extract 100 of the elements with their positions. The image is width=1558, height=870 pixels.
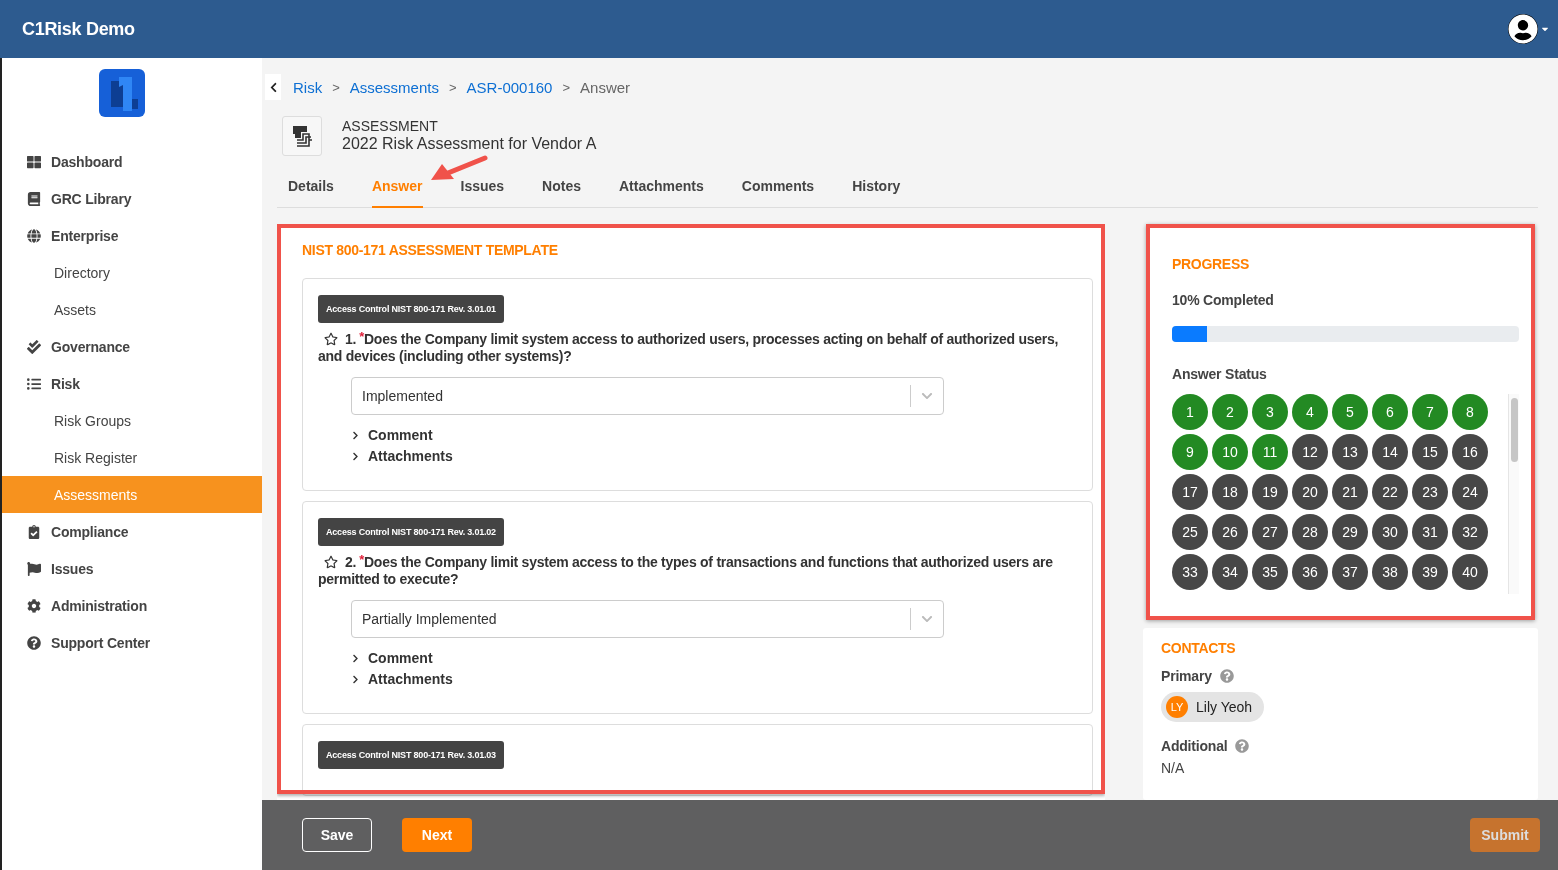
answer-status-dot[interactable]: 28 [1292,514,1328,550]
sidebar-item[interactable]: Governance [2,328,262,365]
tab[interactable]: Details [288,168,334,208]
sidebar-item[interactable]: Compliance [2,513,262,550]
tab[interactable]: Attachments [619,168,704,208]
nav-icon [26,524,42,539]
user-menu[interactable] [1508,14,1550,44]
breadcrumb-separator: > [332,79,340,95]
breadcrumb-separator: > [448,79,457,95]
answer-status-label: Answer Status [1172,366,1268,382]
answer-status-dot[interactable]: 10 [1212,434,1248,470]
answer-status-dot[interactable]: 9 [1172,434,1208,470]
breadcrumb-link[interactable]: Risk [293,78,323,96]
tab[interactable]: Comments [741,168,815,208]
star-icon[interactable] [324,332,338,346]
completed-label: 10% Completed [1172,292,1275,308]
sidebar-item[interactable]: Risk Register [2,439,262,476]
sidebar-item[interactable]: Enterprise [2,217,262,254]
sidebar-item[interactable]: GRC Library [2,180,262,217]
answer-status-dot[interactable]: 30 [1372,514,1408,550]
chevron-down-icon [921,390,933,402]
control-tag: Access Control NIST 800-171 Rev. 3.01.03 [318,741,504,769]
answer-status-dot[interactable]: 34 [1212,554,1248,590]
save-button[interactable]: Save [302,818,372,852]
answer-status-dot[interactable]: 11 [1252,434,1288,470]
answer-status-dot[interactable]: 19 [1252,474,1288,510]
answer-status-dot[interactable]: 21 [1332,474,1368,510]
answer-dropdown[interactable]: Partially Implemented [351,600,944,638]
sidebar-item[interactable]: Directory [2,254,262,291]
answer-status-dot[interactable]: 39 [1412,554,1448,590]
progress-title: PROGRESS [1172,256,1250,272]
answer-status-dot[interactable]: 13 [1332,434,1368,470]
tab[interactable]: History [852,168,901,208]
answer-status-dot[interactable]: 12 [1292,434,1328,470]
section-toggle[interactable]: Attachments [351,671,453,687]
section-toggle[interactable]: Comment [351,650,433,666]
chevron-right-icon [351,653,360,663]
answer-status-dot[interactable]: 36 [1292,554,1328,590]
answer-status-dot[interactable]: 37 [1332,554,1368,590]
answer-status-dot[interactable]: 38 [1372,554,1408,590]
scrollbar[interactable] [1508,394,1519,594]
sidebar-item[interactable]: Administration [2,587,262,624]
breadcrumb-current[interactable]: Answer [580,78,631,96]
star-icon[interactable] [324,555,338,569]
record-type: ASSESSMENT [342,118,439,134]
additional-label: Additional [1161,738,1228,754]
answer-status-dot[interactable]: 16 [1452,434,1488,470]
tab[interactable]: Notes [542,168,581,208]
contact-chip[interactable]: LY Lily Yeoh [1161,692,1265,722]
answer-status-dot[interactable]: 15 [1412,434,1448,470]
contacts-title: CONTACTS [1161,640,1237,656]
answer-status-dot[interactable]: 27 [1252,514,1288,550]
sidebar-item[interactable]: Issues [2,550,262,587]
breadcrumb-link[interactable]: Assessments [349,78,439,96]
answer-status-dot[interactable]: 26 [1212,514,1248,550]
answer-status-dot[interactable]: 17 [1172,474,1208,510]
annotation-arrow [430,155,488,183]
answer-status-dot[interactable]: 22 [1372,474,1408,510]
answer-status-dot[interactable]: 33 [1172,554,1208,590]
answer-status-dot[interactable]: 8 [1452,394,1488,430]
stack-icon [282,116,322,156]
sidebar-item[interactable]: Dashboard [2,143,262,180]
answer-status-dot[interactable]: 31 [1412,514,1448,550]
sidebar-item[interactable]: Risk Groups [2,402,262,439]
additional-value: N/A [1161,760,1186,776]
app-logo [99,69,145,117]
section-toggle[interactable]: Comment [351,427,433,443]
sidebar-item[interactable]: Assets [2,291,262,328]
back-button[interactable] [265,74,281,100]
section-toggle[interactable]: Attachments [351,448,453,464]
answer-dropdown[interactable]: Implemented [351,377,944,415]
answer-status-dot[interactable]: 40 [1452,554,1488,590]
answer-status-dot[interactable]: 25 [1172,514,1208,550]
help-icon[interactable] [1219,669,1234,683]
answer-status-dot[interactable]: 4 [1292,394,1328,430]
help-icon[interactable] [1235,739,1250,753]
chevron-down-icon [921,613,933,625]
answer-status-dot[interactable]: 24 [1452,474,1488,510]
answer-status-dot[interactable]: 14 [1372,434,1408,470]
answer-status-dot[interactable]: 7 [1412,394,1448,430]
answer-status-dot[interactable]: 6 [1372,394,1408,430]
sidebar-item[interactable]: Risk [2,365,262,402]
control-tag: Access Control NIST 800-171 Rev. 3.01.02 [318,518,504,546]
breadcrumb-link[interactable]: ASR-000160 [466,78,553,96]
sidebar-item[interactable]: Support Center [2,624,262,661]
answer-status-dot[interactable]: 32 [1452,514,1488,550]
answer-status-dot[interactable]: 2 [1212,394,1248,430]
chevron-right-icon [351,451,360,461]
tab[interactable]: Issues [460,168,505,208]
answer-status-dot[interactable]: 35 [1252,554,1288,590]
chevron-right-icon [351,430,360,440]
nav-icon [26,376,42,391]
answer-status-dot[interactable]: 3 [1252,394,1288,430]
answer-status-dot[interactable]: 1 [1172,394,1208,430]
answer-status-dot[interactable]: 23 [1412,474,1448,510]
answer-status-dot[interactable]: 5 [1332,394,1368,430]
answer-status-dot[interactable]: 29 [1332,514,1368,550]
avatar: LY [1166,696,1188,718]
answer-status-dot[interactable]: 18 [1212,474,1248,510]
answer-status-dot[interactable]: 20 [1292,474,1328,510]
